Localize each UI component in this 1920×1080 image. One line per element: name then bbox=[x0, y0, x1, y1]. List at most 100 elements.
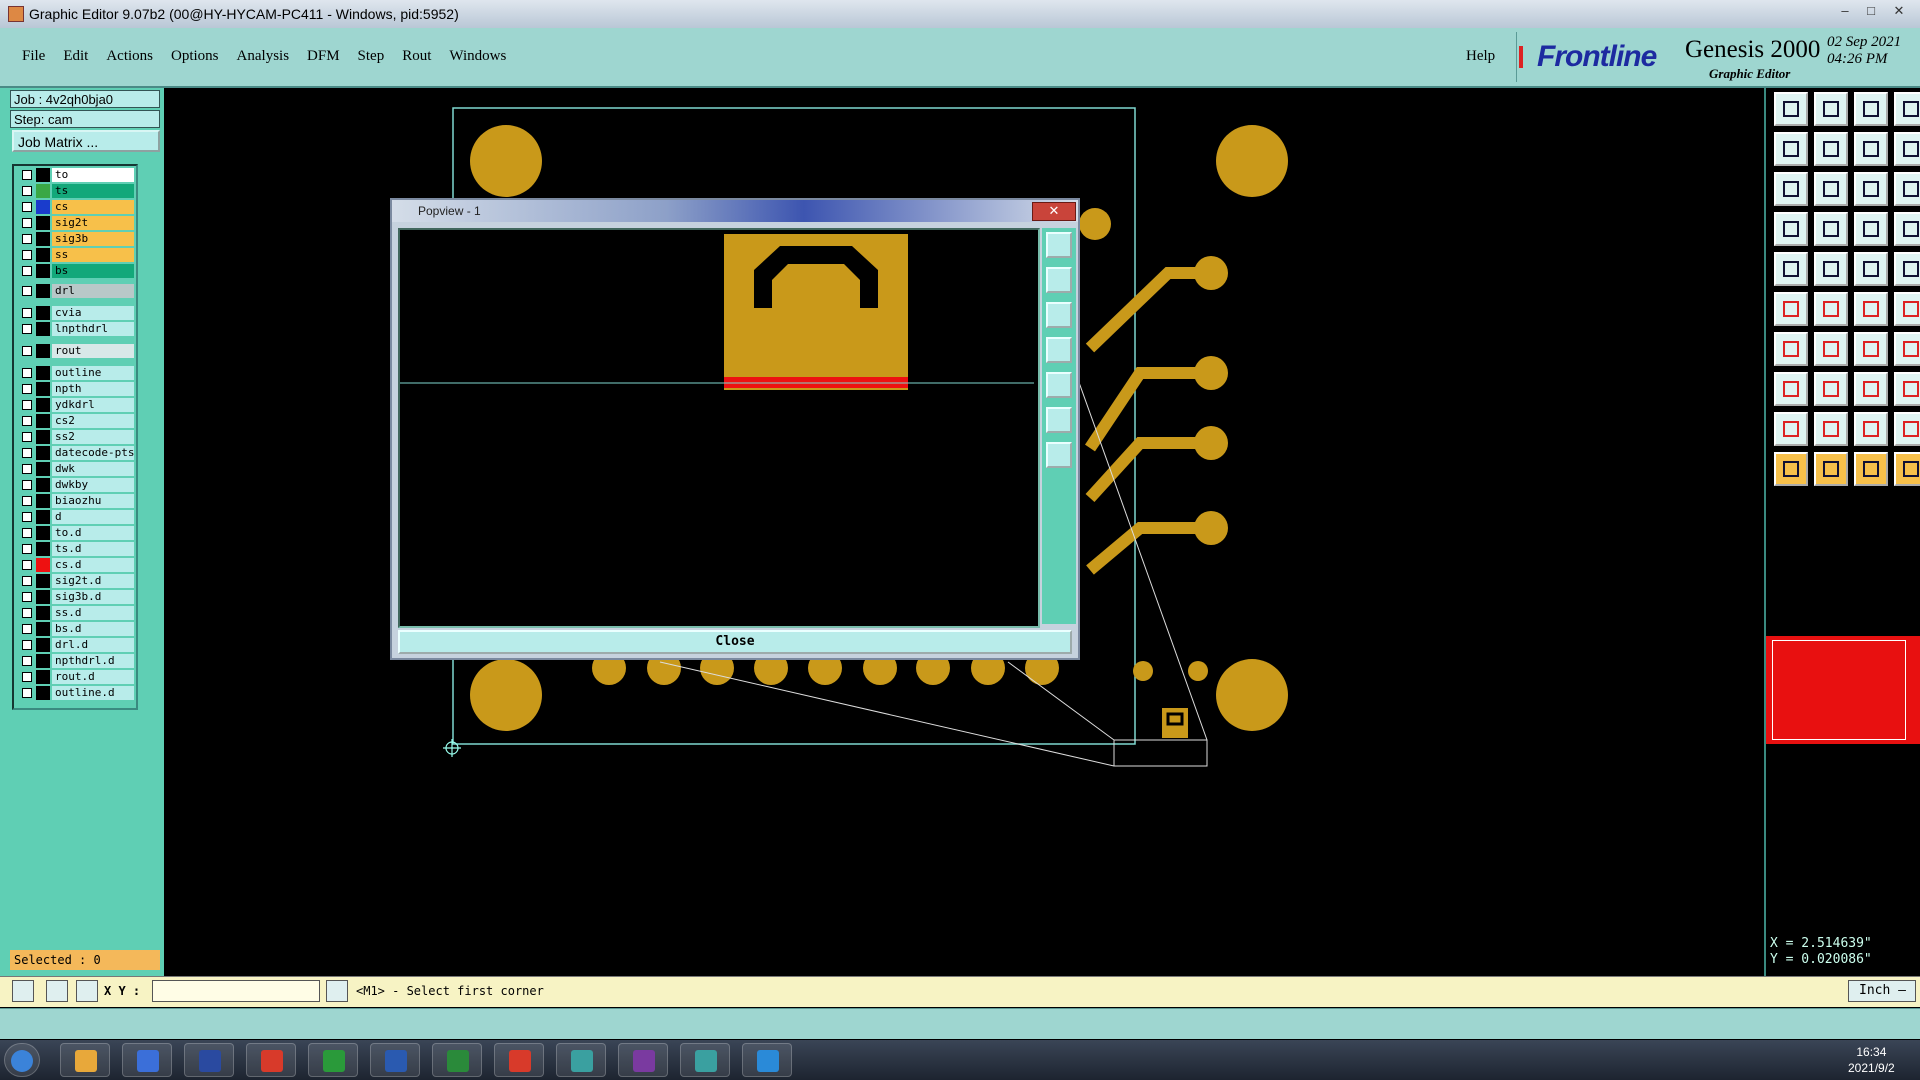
layer-row[interactable]: ss2 bbox=[16, 430, 134, 444]
layer-checkbox[interactable] bbox=[22, 512, 32, 522]
split-button[interactable] bbox=[1894, 332, 1920, 366]
layer-checkbox[interactable] bbox=[22, 250, 32, 260]
taskbar-excel[interactable] bbox=[432, 1043, 482, 1077]
xy-input[interactable] bbox=[152, 980, 320, 1002]
menu-options[interactable]: Options bbox=[171, 48, 219, 65]
grid-button[interactable] bbox=[1814, 212, 1848, 246]
layer-row[interactable]: bs bbox=[16, 264, 134, 278]
layer-row[interactable]: to bbox=[16, 168, 134, 182]
measure-button[interactable] bbox=[1854, 372, 1888, 406]
draw-line-button[interactable] bbox=[1774, 332, 1808, 366]
pan-left-button[interactable] bbox=[1046, 337, 1072, 363]
menu-analysis[interactable]: Analysis bbox=[237, 48, 290, 65]
layer-row[interactable]: outline bbox=[16, 366, 134, 380]
layer-row[interactable]: bs.d bbox=[16, 622, 134, 636]
triangle-3-button[interactable] bbox=[1854, 412, 1888, 446]
layer-row[interactable]: d bbox=[16, 510, 134, 524]
taskbar-word[interactable] bbox=[370, 1043, 420, 1077]
move-down-button[interactable] bbox=[1814, 92, 1848, 126]
box-button[interactable] bbox=[1774, 372, 1808, 406]
layer-row[interactable]: lnpthdrl bbox=[16, 322, 134, 336]
move-right-button[interactable] bbox=[1814, 132, 1848, 166]
line-button[interactable] bbox=[1854, 292, 1888, 326]
menu-actions[interactable]: Actions bbox=[106, 48, 153, 65]
mini-map[interactable] bbox=[1766, 636, 1920, 766]
layer-row[interactable]: cs2 bbox=[16, 414, 134, 428]
pan-right-button[interactable] bbox=[1046, 372, 1072, 398]
pan-down-button[interactable] bbox=[1046, 302, 1072, 328]
copy-button[interactable] bbox=[1814, 252, 1848, 286]
cursor-toggle-button[interactable] bbox=[326, 980, 348, 1002]
taskbar-pdf[interactable] bbox=[494, 1043, 544, 1077]
pan-up-button[interactable] bbox=[1046, 267, 1072, 293]
layer-row[interactable]: drl bbox=[16, 284, 134, 298]
layer-row[interactable]: ts bbox=[16, 184, 134, 198]
taskbar-floppy[interactable] bbox=[184, 1043, 234, 1077]
snap-mode-button[interactable] bbox=[12, 980, 34, 1002]
snap-button[interactable] bbox=[1894, 172, 1920, 206]
layer-row[interactable]: biaozhu bbox=[16, 494, 134, 508]
layer-row[interactable]: rout bbox=[16, 344, 134, 358]
maximize-button[interactable]: □ bbox=[1858, 2, 1884, 20]
layer-row[interactable]: ss bbox=[16, 248, 134, 262]
layer-checkbox[interactable] bbox=[22, 416, 32, 426]
center-button[interactable] bbox=[1814, 172, 1848, 206]
layer-checkbox[interactable] bbox=[22, 286, 32, 296]
pan-button[interactable] bbox=[1894, 132, 1920, 166]
layer-checkbox[interactable] bbox=[22, 464, 32, 474]
layer-row[interactable]: cs.d bbox=[16, 558, 134, 572]
layer-row[interactable]: cs bbox=[16, 200, 134, 214]
layer-checkbox[interactable] bbox=[22, 202, 32, 212]
layer-checkbox[interactable] bbox=[22, 400, 32, 410]
close-window-button[interactable]: ✕ bbox=[1886, 2, 1912, 20]
zoom-home-button[interactable] bbox=[1046, 232, 1072, 258]
layer-checkbox[interactable] bbox=[22, 624, 32, 634]
layer-checkbox[interactable] bbox=[22, 384, 32, 394]
taskbar-notepad[interactable] bbox=[122, 1043, 172, 1077]
layer-row[interactable]: ts.d bbox=[16, 542, 134, 556]
layer-row[interactable]: datecode-pts bbox=[16, 446, 134, 460]
taskbar-bird-app[interactable] bbox=[742, 1043, 792, 1077]
layer-checkbox[interactable] bbox=[22, 368, 32, 378]
popview-close-button[interactable]: Close bbox=[398, 630, 1072, 654]
layer-checkbox[interactable] bbox=[22, 544, 32, 554]
layer-row[interactable]: outline.d bbox=[16, 686, 134, 700]
job-matrix-button[interactable]: Job Matrix ... bbox=[12, 130, 160, 152]
hline-button[interactable] bbox=[1814, 372, 1848, 406]
window-button[interactable] bbox=[1894, 92, 1920, 126]
taskbar-p-app[interactable] bbox=[308, 1043, 358, 1077]
grid-button[interactable] bbox=[76, 980, 98, 1002]
menu-windows[interactable]: Windows bbox=[449, 48, 506, 65]
layer-checkbox[interactable] bbox=[22, 576, 32, 586]
pad-button[interactable] bbox=[1774, 252, 1808, 286]
menu-help[interactable]: Help bbox=[1466, 48, 1495, 65]
layer-checkbox[interactable] bbox=[22, 170, 32, 180]
taskbar-clock[interactable]: 16:34 2021/9/2 bbox=[1848, 1044, 1895, 1076]
layer-row[interactable]: ss.d bbox=[16, 606, 134, 620]
layer-row[interactable]: to.d bbox=[16, 526, 134, 540]
list-button[interactable] bbox=[1774, 212, 1808, 246]
select-arrow-3-button[interactable] bbox=[1854, 452, 1888, 486]
layer-row[interactable]: sig2t.d bbox=[16, 574, 134, 588]
measure-button[interactable] bbox=[46, 980, 68, 1002]
node-button[interactable] bbox=[1774, 292, 1808, 326]
zoom-in-button[interactable] bbox=[1046, 407, 1072, 433]
fit-button[interactable] bbox=[1774, 172, 1808, 206]
layer-checkbox[interactable] bbox=[22, 656, 32, 666]
layer-row[interactable]: npth bbox=[16, 382, 134, 396]
menu-file[interactable]: File bbox=[22, 48, 45, 65]
select-arrow-2-button[interactable] bbox=[1814, 452, 1848, 486]
layer-checkbox[interactable] bbox=[22, 186, 32, 196]
layer-checkbox[interactable] bbox=[22, 234, 32, 244]
mirror-button[interactable] bbox=[1854, 132, 1888, 166]
layer-red-button[interactable] bbox=[1854, 212, 1888, 246]
layer-checkbox[interactable] bbox=[22, 480, 32, 490]
layer-checkbox[interactable] bbox=[22, 218, 32, 228]
layer-checkbox[interactable] bbox=[22, 672, 32, 682]
layer-checkbox[interactable] bbox=[22, 448, 32, 458]
route-button[interactable] bbox=[1894, 452, 1920, 486]
layer-row[interactable]: drl.d bbox=[16, 638, 134, 652]
layer-checkbox[interactable] bbox=[22, 640, 32, 650]
popview-title-bar[interactable]: Popview - 1 ✕ bbox=[392, 200, 1078, 222]
layer-row[interactable]: sig3b bbox=[16, 232, 134, 246]
